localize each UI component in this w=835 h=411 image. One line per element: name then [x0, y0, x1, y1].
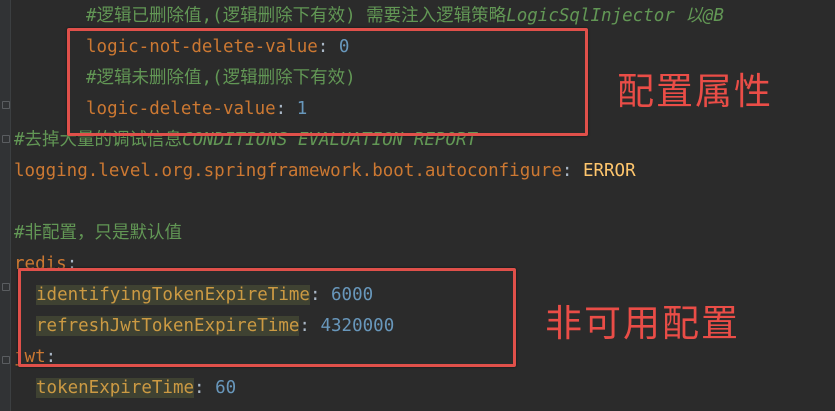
yaml-key: logging.level.org.springframework.boot.a…	[14, 161, 562, 181]
annotation-box-unused-config	[18, 268, 516, 367]
comment-italic-text: LogicSqlInjector 以@B	[506, 6, 724, 26]
fold-marker-icon[interactable]	[2, 283, 10, 291]
comment-text: #非配置，只是默认值	[14, 223, 183, 243]
annotation-box-config-properties	[67, 28, 588, 136]
editor-gutter	[0, 0, 11, 411]
comment-text: #逻辑已删除值,(逻辑删除下有效) 需要注入逻辑策略	[86, 6, 507, 26]
fold-marker-icon[interactable]	[2, 356, 10, 364]
code-line-comment: #非配置，只是默认值	[14, 221, 182, 245]
annotation-label-config-properties: 配置属性	[617, 70, 773, 113]
yaml-value: 60	[215, 378, 237, 398]
annotation-label-unused-config: 非可用配置	[545, 302, 740, 345]
fold-marker-icon[interactable]	[2, 135, 10, 143]
code-line-comment: #逻辑已删除值,(逻辑删除下有效) 需要注入逻辑策略LogicSqlInject…	[86, 4, 724, 28]
yaml-separator: :	[561, 161, 583, 181]
yaml-separator: :	[194, 378, 216, 398]
yaml-key-highlighted: tokenExpireTime	[36, 378, 195, 398]
code-line-logging-level: logging.level.org.springframework.boot.a…	[14, 159, 636, 183]
yaml-value: ERROR	[582, 161, 636, 181]
fold-marker-icon[interactable]	[2, 101, 10, 109]
code-line-token-expire: tokenExpireTime: 60	[36, 376, 236, 400]
